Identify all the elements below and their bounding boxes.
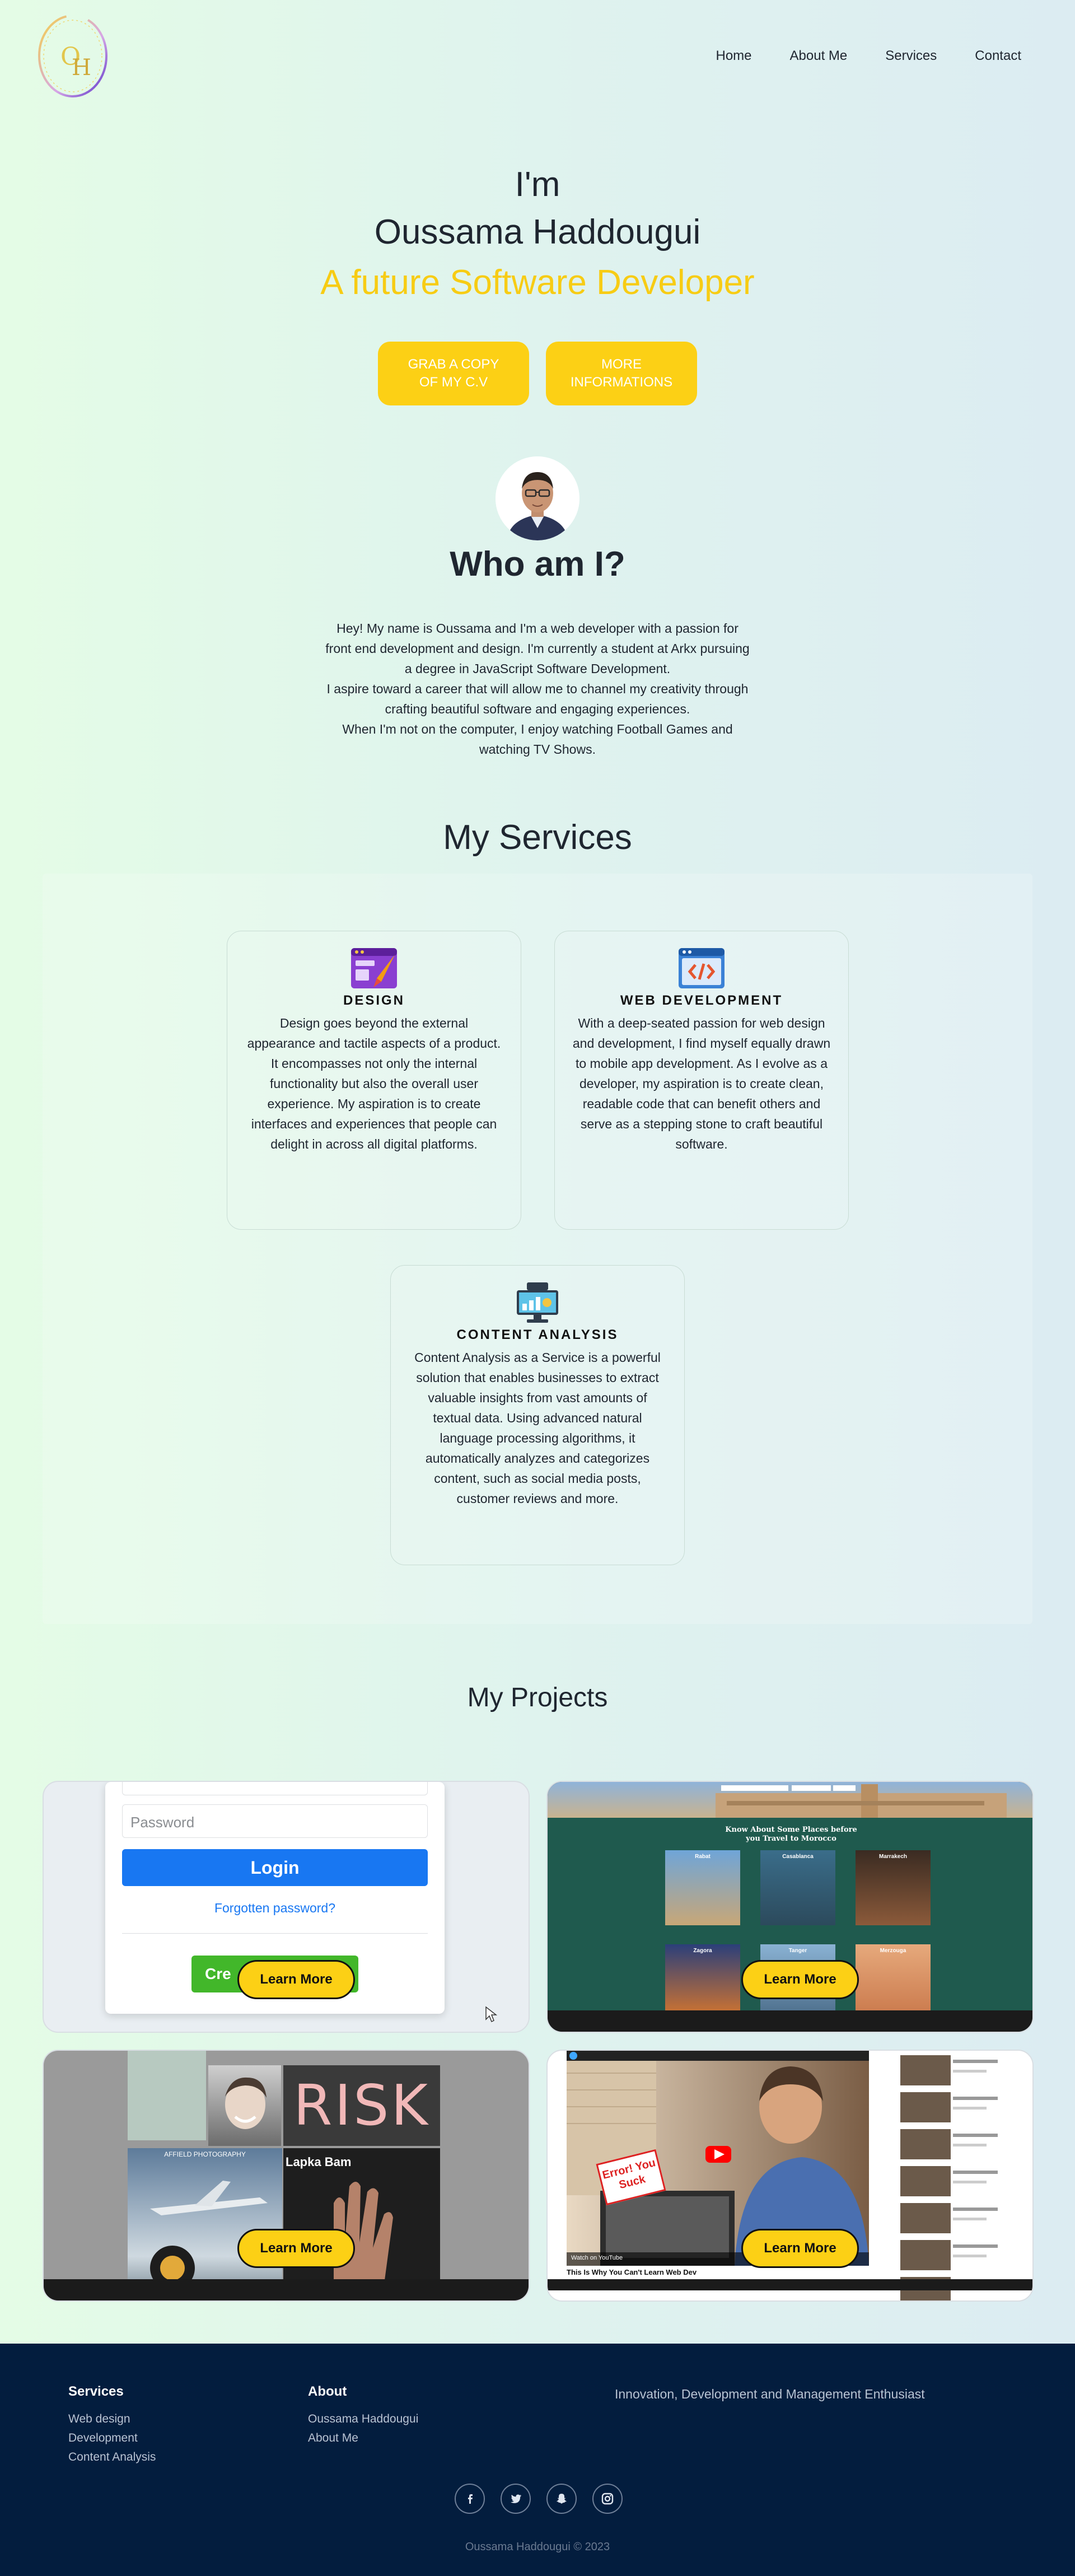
footer-link-name[interactable]: Oussama Haddougui xyxy=(308,2410,418,2429)
bio-line: Hey! My name is Oussama and I'm a web de… xyxy=(325,621,750,676)
bio-line: When I'm not on the computer, I enjoy wa… xyxy=(342,722,733,757)
gallery-caption: Lapka Bam xyxy=(286,2155,352,2169)
footer-services: Services Web design Development Content … xyxy=(68,2384,156,2467)
seo-analysis-icon xyxy=(513,1281,562,1324)
snapchat-icon[interactable] xyxy=(546,2484,577,2514)
forgot-password-preview: Forgotten password? xyxy=(214,1901,336,1915)
main-nav: Home About Me Services Contact xyxy=(716,48,1021,64)
nav-contact[interactable]: Contact xyxy=(975,48,1021,64)
video-footer xyxy=(548,2279,1032,2290)
project-card-gallery[interactable]: RISK AFFIELD PHOTOGRAPHY Lapka Bam Learn… xyxy=(43,2050,530,2302)
place-name: Zagora xyxy=(693,1948,712,1954)
projects-title: My Projects xyxy=(467,1683,608,1712)
footer-link-about-me[interactable]: About Me xyxy=(308,2429,418,2448)
divider xyxy=(122,1933,428,1934)
learn-more-button[interactable]: Learn More xyxy=(237,2229,355,2268)
hero-buttons: GRAB A COPY OF MY C.V MORE INFORMATIONS xyxy=(378,342,697,405)
profile-photo xyxy=(496,456,579,540)
learn-more-button[interactable]: Learn More xyxy=(741,2229,859,2268)
gallery-label: AFFIELD PHOTOGRAPHY xyxy=(164,2150,246,2158)
gallery-risk: RISK xyxy=(283,2065,440,2146)
about-bio: Hey! My name is Oussama and I'm a web de… xyxy=(325,618,750,759)
nav-services[interactable]: Services xyxy=(885,48,937,64)
instagram-icon[interactable] xyxy=(592,2484,623,2514)
nav-home[interactable]: Home xyxy=(716,48,751,64)
learn-more-button[interactable]: Learn More xyxy=(237,1960,355,1999)
twitter-icon[interactable] xyxy=(501,2484,531,2514)
email-field xyxy=(122,1782,428,1795)
footer-tagline: Innovation, Development and Management E… xyxy=(615,2387,925,2401)
learn-more-button[interactable]: Learn More xyxy=(741,1960,859,1999)
service-text: With a deep-seated passion for web desig… xyxy=(572,1016,831,1151)
design-icon xyxy=(350,947,398,990)
service-card-content-analysis: CONTENT ANALYSIS Content Analysis as a S… xyxy=(390,1265,685,1565)
watch-on-youtube: Watch on YouTube xyxy=(571,2255,623,2261)
login-button-preview: Login xyxy=(122,1849,428,1886)
about-title: Who am I? xyxy=(450,545,625,584)
service-title: WEB DEVELOPMENT xyxy=(620,993,783,1008)
place-card: Zagora xyxy=(665,1944,740,2019)
more-info-button[interactable]: MORE INFORMATIONS xyxy=(546,342,697,405)
footer-link-development[interactable]: Development xyxy=(68,2429,156,2448)
place-name: Rabat xyxy=(695,1854,711,1860)
footer-about-title: About xyxy=(308,2384,347,2399)
copyright: Oussama Haddougui © 2023 xyxy=(465,2541,610,2553)
footer-link-content-analysis[interactable]: Content Analysis xyxy=(68,2448,156,2467)
place-card: Marrakech xyxy=(856,1850,931,1925)
service-text: Design goes beyond the external appearan… xyxy=(247,1016,501,1151)
logo-mark: O H xyxy=(38,15,108,97)
svg-text:H: H xyxy=(72,55,91,81)
service-title: DESIGN xyxy=(343,993,405,1008)
gallery-footer xyxy=(44,2279,529,2300)
place-name: Tanger xyxy=(788,1948,807,1954)
footer-services-title: Services xyxy=(68,2384,124,2399)
place-name: Casablanca xyxy=(782,1854,814,1860)
services-title: My Services xyxy=(443,818,632,857)
travel-footer xyxy=(548,2010,1032,2032)
video-caption: This Is Why You Can't Learn Web Dev xyxy=(567,2268,697,2276)
logo[interactable]: O H xyxy=(35,10,111,100)
bio-line: I aspire toward a career that will allow… xyxy=(326,682,749,716)
hero-name: Oussama Haddougui xyxy=(374,213,701,251)
footer-link-web-design[interactable]: Web design xyxy=(68,2410,156,2429)
project-card-video[interactable]: Error! You Suck Watch on YouTube This Is… xyxy=(546,2050,1034,2302)
place-card: Merzouga xyxy=(856,1944,931,2019)
service-title: CONTENT ANALYSIS xyxy=(456,1327,619,1342)
service-text: Content Analysis as a Service is a power… xyxy=(414,1350,661,1506)
footer: Services Web design Development Content … xyxy=(0,2344,1075,2576)
recommended-list xyxy=(900,2053,998,2300)
service-card-design: DESIGN Design goes beyond the external a… xyxy=(227,931,521,1230)
facebook-icon[interactable] xyxy=(455,2484,485,2514)
grab-cv-button[interactable]: GRAB A COPY OF MY C.V xyxy=(378,342,529,405)
gallery-airplane: AFFIELD PHOTOGRAPHY xyxy=(128,2148,282,2300)
password-field: Password xyxy=(122,1804,428,1838)
place-card: Casablanca xyxy=(760,1850,835,1925)
nav-about-me[interactable]: About Me xyxy=(790,48,848,64)
hero-intro: I'm xyxy=(515,165,560,204)
social-links xyxy=(455,2484,623,2514)
travel-header-image xyxy=(548,1782,1032,1818)
place-card: Rabat xyxy=(665,1850,740,1925)
travel-heading: Know About Some Places before you Travel… xyxy=(725,1826,857,1843)
footer-about: About Oussama Haddougui About Me xyxy=(308,2384,418,2448)
cursor-icon xyxy=(485,2006,497,2023)
gallery-portrait xyxy=(208,2065,281,2146)
project-card-login[interactable]: Password Login Forgotten password? Cre L… xyxy=(43,1781,530,2033)
avatar xyxy=(496,456,579,540)
place-name: Merzouga xyxy=(880,1948,906,1954)
place-name: Marrakech xyxy=(878,1854,908,1860)
gallery-hand: Lapka Bam xyxy=(283,2148,440,2300)
service-card-web-development: WEB DEVELOPMENT With a deep-seated passi… xyxy=(554,931,849,1230)
project-card-morocco-travel[interactable]: Know About Some Places before you Travel… xyxy=(546,1781,1034,2033)
hero-role: A future Software Developer xyxy=(320,263,755,302)
hero: I'm Oussama Haddougui A future Software … xyxy=(0,162,1075,308)
gallery-tile xyxy=(128,2051,206,2140)
code-icon xyxy=(677,947,726,990)
